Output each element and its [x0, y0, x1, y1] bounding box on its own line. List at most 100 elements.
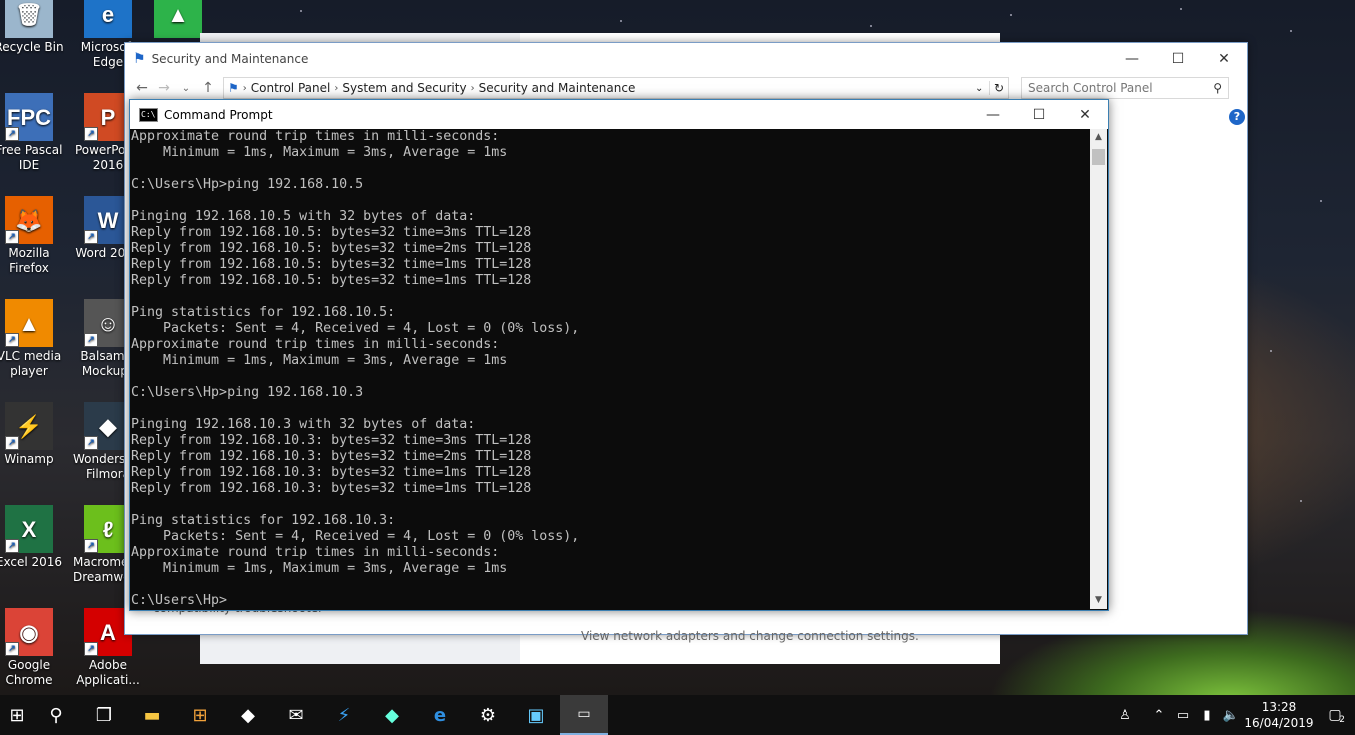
action-center-icon[interactable]: ▢ 2	[1315, 695, 1355, 735]
store-icon[interactable]: ⊞	[176, 695, 224, 735]
console-line: Reply from 192.168.10.3: bytes=32 time=2…	[131, 449, 532, 464]
vertical-scrollbar[interactable]: ▲ ▼	[1090, 129, 1107, 609]
console-line: C:\Users\Hp>ping 192.168.10.5	[131, 177, 364, 192]
chevron-right-icon: ›	[242, 82, 247, 94]
console-line: Approximate round trip times in milli-se…	[131, 129, 500, 144]
clock[interactable]: 13:28 16/04/2019	[1243, 699, 1315, 731]
back-arrow-icon[interactable]: ←	[131, 80, 153, 96]
refresh-icon[interactable]: ↻	[989, 81, 1008, 95]
breadcrumb-control-panel[interactable]: Control Panel	[251, 81, 331, 95]
vscode-icon[interactable]: ⚡	[320, 695, 368, 735]
app-icon: e	[84, 0, 132, 38]
clock-date: 16/04/2019	[1244, 716, 1314, 730]
shortcut-arrow-icon: ↗	[5, 127, 19, 141]
console-line: Packets: Sent = 4, Received = 4, Lost = …	[131, 321, 580, 336]
console-line: Ping statistics for 192.168.10.5:	[131, 305, 396, 320]
file-explorer-icon[interactable]: ▬	[128, 695, 176, 735]
system-tray: ♙ ⌃ ▭ ▮ 🔈 13:28 16/04/2019 ▢ 2	[1113, 695, 1355, 735]
desktop-icon-excel-2016[interactable]: X ↗ Excel 2016	[0, 505, 64, 570]
help-icon[interactable]: ?	[1229, 109, 1245, 125]
close-button[interactable]: ✕	[1201, 43, 1247, 75]
flag-icon: ⚑	[228, 81, 239, 95]
chevron-right-icon: ›	[334, 82, 339, 94]
desktop-icon-label: Google	[7, 658, 51, 672]
volume-icon[interactable]: 🔈	[1219, 708, 1243, 723]
flag-icon: ⚑	[133, 51, 146, 67]
search-input[interactable]: Search Control Panel ⚲	[1021, 77, 1229, 99]
cmd-title: Command Prompt	[164, 107, 273, 122]
chevron-right-icon: ›	[470, 82, 475, 94]
shortcut-arrow-icon: ↗	[5, 642, 19, 656]
app-icon: X ↗	[5, 505, 53, 553]
console-output[interactable]: Approximate round trip times in milli-se…	[131, 129, 1089, 609]
shortcut-arrow-icon: ↗	[84, 127, 98, 141]
search-icon[interactable]: ⚲	[32, 695, 80, 735]
desktop-icon-label: Recycle Bin	[0, 40, 64, 54]
navigation-bar: ← → ⌄ ↑ ⚑ › Control Panel › System and S…	[125, 75, 1247, 101]
desktop-icon-free-pascal[interactable]: FPC ↗ Free Pascal IDE	[0, 93, 64, 173]
battery-icon[interactable]: ▮	[1195, 708, 1219, 723]
notification-count: 2	[1339, 715, 1345, 725]
shortcut-arrow-icon: ↗	[5, 436, 19, 450]
windows-start-icon[interactable]: ⊞	[2, 695, 32, 735]
maximize-button[interactable]: ☐	[1155, 43, 1201, 75]
desktop-icon-label: Mozilla	[8, 246, 50, 260]
up-arrow-icon[interactable]: ↑	[197, 80, 219, 96]
desktop-icon-google[interactable]: ◉ ↗ Google Chrome	[0, 608, 64, 688]
console-line: Approximate round trip times in milli-se…	[131, 545, 500, 560]
control-panel-titlebar[interactable]: ⚑ Security and Maintenance — ☐ ✕	[125, 43, 1247, 75]
desktop-icon-label: IDE	[18, 158, 40, 172]
app-icon: 🦊 ↗	[5, 196, 53, 244]
console-line: Pinging 192.168.10.5 with 32 bytes of da…	[131, 209, 476, 224]
task-view-icon[interactable]: ❐	[80, 695, 128, 735]
minimize-button[interactable]: —	[1109, 43, 1155, 75]
console-line: Approximate round trip times in milli-se…	[131, 337, 500, 352]
mail-icon[interactable]: ✉	[272, 695, 320, 735]
breadcrumb-system-security[interactable]: System and Security	[342, 81, 466, 95]
dropbox-icon[interactable]: ◆	[224, 695, 272, 735]
breadcrumb-security-maintenance[interactable]: Security and Maintenance	[479, 81, 636, 95]
show-hidden-icons-chevron-icon[interactable]: ⌃	[1147, 708, 1171, 723]
scroll-down-icon[interactable]: ▼	[1090, 592, 1107, 609]
control-panel-icon[interactable]: ▣	[512, 695, 560, 735]
console-line: Reply from 192.168.10.3: bytes=32 time=1…	[131, 481, 532, 496]
command-prompt-window[interactable]: C:\ Command Prompt — ☐ ✕ Approximate rou…	[129, 99, 1109, 611]
edge-icon[interactable]: e	[416, 695, 464, 735]
desktop-icon-mozilla[interactable]: 🦊 ↗ Mozilla Firefox	[0, 196, 64, 276]
app-icon: FPC ↗	[5, 93, 53, 141]
console-line: Packets: Sent = 4, Received = 4, Lost = …	[131, 529, 580, 544]
desktop-icon-winamp[interactable]: ⚡ ↗ Winamp	[0, 402, 64, 467]
desktop-icon-recycle-bin[interactable]: 🗑 Recycle Bin	[0, 0, 64, 55]
taskbar: ⊞ ⚲ ❐ ▬ ⊞ ◆ ✉ ⚡ ◆ e ⚙ ▣ ▭ ♙ ⌃ ▭ ▮ 🔈 13:2…	[0, 695, 1355, 735]
minimize-button[interactable]: —	[970, 100, 1016, 129]
forward-arrow-icon[interactable]: →	[153, 80, 175, 96]
desktop-icon-label: Applicati...	[76, 673, 140, 687]
network-icon[interactable]: ▭	[1171, 708, 1195, 723]
settings-gear-icon[interactable]: ⚙	[464, 695, 512, 735]
recent-dropdown-icon[interactable]: ⌄	[175, 83, 197, 94]
people-icon[interactable]: ♙	[1113, 708, 1137, 723]
maximize-button[interactable]: ☐	[1016, 100, 1062, 129]
close-button[interactable]: ✕	[1062, 100, 1108, 129]
command-prompt-taskbar-icon[interactable]: ▭	[560, 695, 608, 735]
console-line: Reply from 192.168.10.5: bytes=32 time=1…	[131, 257, 532, 272]
console-line: Reply from 192.168.10.5: bytes=32 time=3…	[131, 225, 532, 240]
scroll-up-icon[interactable]: ▲	[1090, 129, 1107, 146]
shortcut-arrow-icon: ↗	[84, 539, 98, 553]
address-bar[interactable]: ⚑ › Control Panel › System and Security …	[223, 77, 1009, 99]
app-icon: ▲ ↗	[5, 299, 53, 347]
cmd-icon: C:\	[139, 107, 158, 122]
console-line: Minimum = 1ms, Maximum = 3ms, Average = …	[131, 561, 508, 576]
console-line: C:\Users\Hp>	[131, 593, 228, 608]
cmd-titlebar[interactable]: C:\ Command Prompt — ☐ ✕	[130, 100, 1108, 129]
desktop-icon-vlc-media[interactable]: ▲ ↗ VLC media player	[0, 299, 64, 379]
address-dropdown-icon[interactable]: ⌄	[975, 83, 989, 94]
desktop-icon-label: player	[10, 364, 48, 378]
filmora-icon[interactable]: ◆	[368, 695, 416, 735]
scroll-thumb[interactable]	[1092, 149, 1105, 165]
